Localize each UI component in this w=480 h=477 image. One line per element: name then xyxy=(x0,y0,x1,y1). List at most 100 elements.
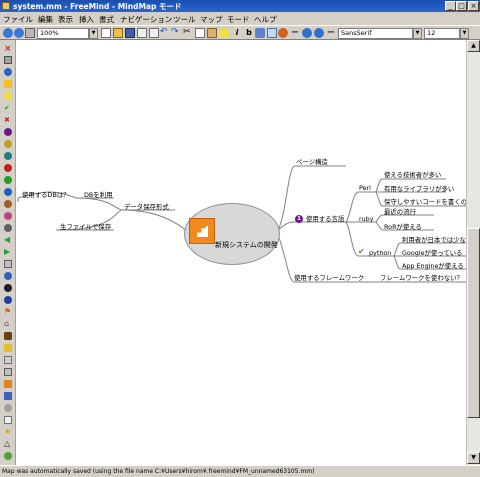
priority-1-icon[interactable] xyxy=(4,128,12,136)
ok-icon[interactable]: ✔ xyxy=(4,104,12,112)
node-which-db[interactable]: 使用するDBは？ xyxy=(22,191,70,199)
maximize-button[interactable]: □ xyxy=(456,1,467,11)
cloud-icon[interactable] xyxy=(255,28,265,38)
telephone-icon[interactable] xyxy=(4,392,12,400)
attach-icon[interactable] xyxy=(4,260,12,268)
edge-style-icon[interactable] xyxy=(267,28,277,38)
node-python-app-engine[interactable]: App Engineが使える xyxy=(402,262,464,270)
minimize-button[interactable]: _ xyxy=(445,1,456,11)
info-icon[interactable] xyxy=(4,272,12,280)
priority-7-icon[interactable] xyxy=(4,200,12,208)
node-ruby-ror[interactable]: RoRが使える xyxy=(384,223,422,231)
priority-8-icon[interactable] xyxy=(4,212,12,220)
idea-bulb-icon[interactable] xyxy=(219,28,229,38)
close-map-icon[interactable] xyxy=(149,28,159,38)
redo-icon[interactable]: ↷ xyxy=(171,28,181,38)
node-color-icon[interactable] xyxy=(278,28,288,38)
question-icon[interactable] xyxy=(4,68,12,76)
undo-icon[interactable]: ↶ xyxy=(160,28,170,38)
font-family-dropdown-arrow[interactable]: ▼ xyxy=(413,28,422,39)
node-language[interactable]: 使用する言語 xyxy=(306,215,344,223)
scroll-thumb[interactable] xyxy=(467,228,480,418)
font-family-select[interactable]: SansSerif xyxy=(338,28,413,39)
node-ruby[interactable]: ruby xyxy=(359,215,374,223)
menu-insert[interactable]: 挿入 xyxy=(79,14,94,25)
clip-icon[interactable] xyxy=(4,356,12,364)
close-button[interactable]: × xyxy=(468,1,479,11)
italic-icon[interactable]: i xyxy=(232,28,242,38)
node-perl[interactable]: Perl xyxy=(359,184,371,192)
forward-arrow-icon[interactable]: ▶ xyxy=(4,248,12,256)
menu-edit[interactable]: 編集 xyxy=(38,14,53,25)
collapse-icon[interactable]: − xyxy=(326,28,336,38)
priority-9-icon[interactable] xyxy=(4,224,12,232)
node-python[interactable]: python xyxy=(369,249,391,257)
not-ok-icon[interactable]: ✖ xyxy=(4,116,12,124)
back-icon[interactable] xyxy=(3,28,13,38)
pen-icon[interactable] xyxy=(4,332,12,340)
menu-tools[interactable]: ツール xyxy=(173,14,196,25)
zoom-dropdown-arrow[interactable]: ▼ xyxy=(89,28,98,39)
paste-icon[interactable] xyxy=(207,28,217,38)
idea-icon[interactable] xyxy=(4,92,12,100)
menu-navigation[interactable]: ナビゲーション xyxy=(120,14,172,25)
priority-3-icon[interactable] xyxy=(4,152,12,160)
scroll-down-arrow[interactable]: ▼ xyxy=(467,452,480,464)
new-map-icon[interactable] xyxy=(101,28,111,38)
cut-icon[interactable]: ✂ xyxy=(183,28,193,38)
font-size-dropdown-arrow[interactable]: ▼ xyxy=(460,28,469,39)
smiley-icon[interactable] xyxy=(4,452,12,460)
node-perl-many-engineers[interactable]: 使える技術者が多い xyxy=(384,171,441,179)
remove-last-icon[interactable]: × xyxy=(4,45,12,54)
key-icon[interactable] xyxy=(4,380,12,388)
node-perl-maintainable[interactable]: 保守しやすいコードを書くのは xyxy=(384,198,466,206)
triangle-icon[interactable]: △ xyxy=(4,440,12,448)
vertical-scrollbar[interactable]: ▲ ▼ xyxy=(466,40,480,465)
node-page-structure[interactable]: ページ構造 xyxy=(296,158,328,166)
menu-mode[interactable]: モード xyxy=(227,14,250,25)
star-icon[interactable]: ★ xyxy=(4,428,12,436)
node-framework-question[interactable]: フレームワークを使わない？ xyxy=(380,274,463,282)
node-python-few-users[interactable]: 利用者が日本では少な xyxy=(402,236,466,244)
bell-icon[interactable] xyxy=(4,344,12,352)
node-perl-many-libraries[interactable]: 有用なライブラリが多い xyxy=(384,185,454,193)
home-icon[interactable]: ⌂ xyxy=(4,320,12,328)
priority-5-icon[interactable] xyxy=(4,176,12,184)
menu-format[interactable]: 書式 xyxy=(99,14,114,25)
remove-icon[interactable]: − xyxy=(290,28,300,38)
mindmap-canvas[interactable]: 新規システムの開発 データ保存形式 DBを利用 使用するDBは？ 生ファイルで保… xyxy=(16,40,466,465)
menu-map[interactable]: マップ xyxy=(200,14,223,25)
menu-view[interactable]: 表示 xyxy=(58,14,73,25)
magnifier-icon[interactable] xyxy=(4,404,12,412)
save-icon[interactable] xyxy=(125,28,135,38)
mail-icon[interactable] xyxy=(4,368,12,376)
copy-icon[interactable] xyxy=(195,28,205,38)
bomb-icon[interactable] xyxy=(4,284,12,292)
print-icon[interactable] xyxy=(25,28,35,38)
node-framework[interactable]: 使用するフレームワーク xyxy=(294,274,364,282)
open-icon[interactable] xyxy=(113,28,123,38)
list-icon[interactable] xyxy=(4,416,12,424)
priority-2-icon[interactable] xyxy=(4,140,12,148)
zoom-select[interactable]: 100% xyxy=(37,28,89,39)
font-size-select[interactable]: 12 xyxy=(424,28,460,39)
trash-icon[interactable] xyxy=(4,56,12,64)
node-use-db[interactable]: DBを利用 xyxy=(84,191,112,199)
bold-icon[interactable]: b xyxy=(244,28,254,38)
scroll-up-arrow[interactable]: ▲ xyxy=(467,40,480,52)
flag-icon[interactable]: ⚑ xyxy=(4,308,12,316)
node-raw-file[interactable]: 生ファイルで保存 xyxy=(60,223,111,231)
menu-help[interactable]: ヘルプ xyxy=(254,14,277,25)
priority-6-icon[interactable] xyxy=(4,188,12,196)
globe-icon[interactable] xyxy=(4,296,12,304)
menu-file[interactable]: ファイル xyxy=(3,14,33,25)
remove-node-icon[interactable] xyxy=(314,28,324,38)
forward-icon[interactable] xyxy=(14,28,24,38)
back-arrow-icon[interactable]: ◀ xyxy=(4,236,12,244)
node-python-google[interactable]: Googleが使っている xyxy=(402,249,463,257)
node-data-storage[interactable]: データ保存形式 xyxy=(124,203,169,211)
warning-icon[interactable] xyxy=(4,80,12,88)
add-icon[interactable] xyxy=(302,28,312,38)
save-as-icon[interactable] xyxy=(137,28,147,38)
priority-4-icon[interactable] xyxy=(4,164,12,172)
